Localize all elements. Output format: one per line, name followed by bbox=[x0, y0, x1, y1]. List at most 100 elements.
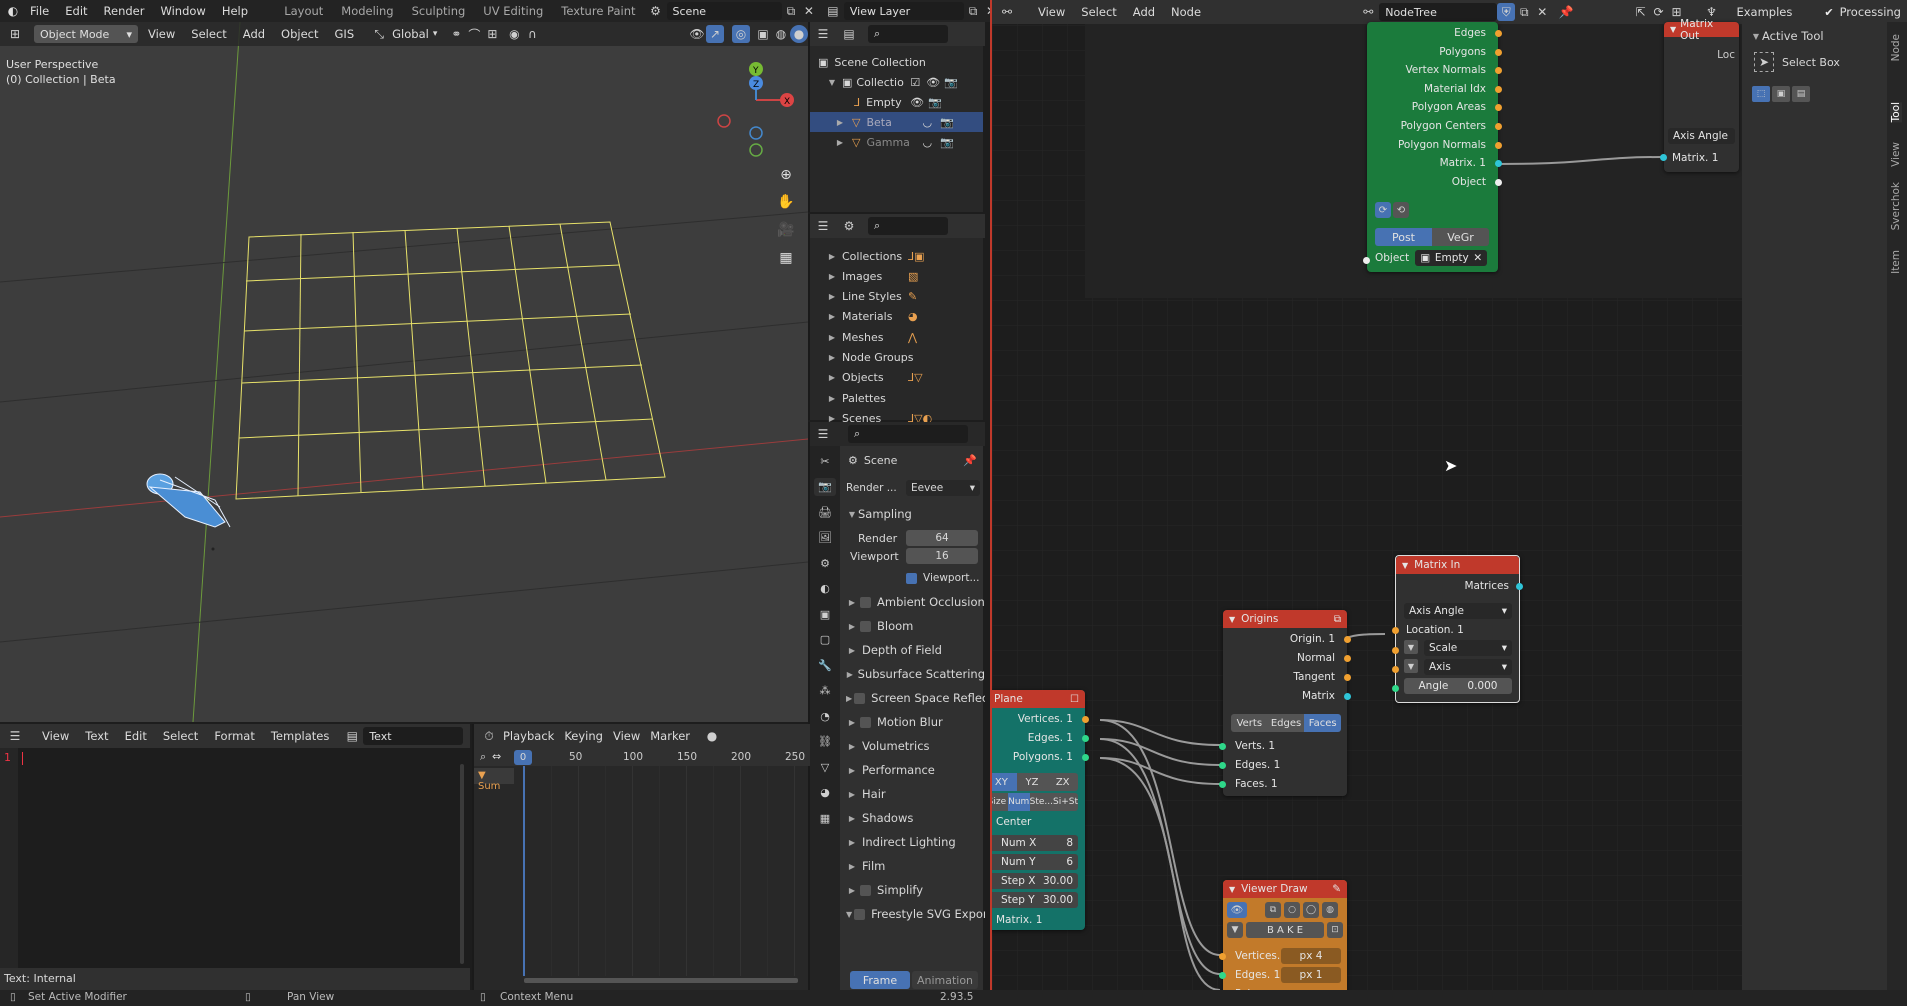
viewport-samples-field[interactable]: 16 bbox=[906, 548, 978, 564]
expand-icon[interactable]: ▶ bbox=[826, 292, 838, 301]
output-socket[interactable] bbox=[1495, 85, 1502, 93]
scale-expand-icon[interactable]: ▼ bbox=[1404, 640, 1418, 654]
expand-icon[interactable]: ▶ bbox=[826, 252, 838, 261]
proportional-edit-icon[interactable]: ◉ bbox=[505, 25, 523, 43]
scale-dropdown[interactable]: Scale ▾ bbox=[1424, 640, 1512, 656]
collapse-icon[interactable]: ▼ bbox=[1402, 561, 1408, 570]
origins-output-socket[interactable] bbox=[1344, 674, 1351, 681]
filter-icon[interactable]: ▼ bbox=[1227, 922, 1243, 938]
plane-output-socket[interactable] bbox=[1082, 716, 1089, 723]
output-socket[interactable] bbox=[1495, 48, 1502, 56]
text-editor[interactable]: ☰ View Text Edit Select Format Templates… bbox=[0, 724, 470, 990]
matrix-in-mode-dropdown[interactable]: Axis Angle ▾ bbox=[1404, 603, 1512, 619]
scale-input-socket[interactable] bbox=[1392, 647, 1399, 654]
origins-header[interactable]: ▼ Origins ⧉ bbox=[1223, 610, 1347, 628]
panel-volumetrics[interactable]: ▶ Volumetrics bbox=[842, 736, 985, 756]
visibility-icon[interactable]: 👁 bbox=[688, 25, 706, 43]
expand-icon[interactable]: ▶ bbox=[826, 353, 838, 362]
blend-item-materials[interactable]: ▶ Materials ◕ bbox=[810, 307, 983, 327]
output-socket[interactable] bbox=[1495, 30, 1502, 37]
tab-animation[interactable]: Animation bbox=[912, 971, 978, 989]
plane-node[interactable]: Plane ☐ Vertices. 1 Edges. 1 Polygons. 1 X… bbox=[992, 690, 1089, 930]
zoom-icon[interactable]: ⊕ bbox=[775, 167, 797, 189]
sidebar-tab-sverchok[interactable]: Sverchok bbox=[1890, 182, 1902, 230]
panel-hair[interactable]: ▶ Hair bbox=[842, 784, 985, 804]
clear-icon[interactable]: ✕ bbox=[1473, 252, 1482, 264]
matrix-out-node[interactable]: ▼ Matrix Out Loc Axis Angle Matrix. 1 bbox=[1660, 18, 1739, 172]
sidebar-tab-item[interactable]: Item bbox=[1890, 250, 1902, 274]
menu-render[interactable]: Render bbox=[96, 4, 153, 18]
tab-modeling[interactable]: Modeling bbox=[332, 0, 402, 22]
camera-icon[interactable]: 📷 bbox=[944, 76, 958, 89]
menu-help[interactable]: Help bbox=[214, 4, 256, 18]
blend-file-mode-icon[interactable]: ⚙ bbox=[840, 217, 858, 235]
panel-enable-checkbox[interactable] bbox=[860, 596, 871, 608]
bake-button[interactable]: B A K E bbox=[1246, 922, 1324, 938]
viewport-menu-add[interactable]: Add bbox=[235, 27, 273, 41]
matrix-in-node[interactable]: ▼ Matrix In Matrices Axis Angle ▾ Location… bbox=[1392, 555, 1523, 703]
panel-subsurface-scattering[interactable]: ▶ Subsurface Scattering bbox=[842, 664, 985, 684]
view-layer-field[interactable]: View Layer bbox=[843, 2, 964, 20]
timeline-menu-playback[interactable]: Playback bbox=[498, 729, 559, 743]
panel-bloom[interactable]: ▶ Bloom bbox=[842, 616, 985, 636]
mode-size[interactable]: Size bbox=[992, 793, 1008, 811]
expand-icon[interactable]: ▼ bbox=[826, 78, 838, 87]
matrices-output-socket[interactable] bbox=[1516, 583, 1523, 590]
step-x-field[interactable]: Step X 30.00 bbox=[992, 873, 1078, 889]
wireframe-shading-icon[interactable]: ◍ bbox=[772, 25, 790, 43]
viewport-3d[interactable]: ⊞ Object Mode ▾ View Select Add Object GI… bbox=[0, 22, 808, 722]
scene-props-icon[interactable]: ⚙ bbox=[816, 554, 834, 572]
axis-xy[interactable]: XY bbox=[992, 773, 1017, 791]
expand-icon[interactable]: ▶ bbox=[826, 272, 838, 281]
properties-search[interactable]: ⌕ bbox=[848, 425, 968, 443]
mode-edges[interactable]: Edges bbox=[1267, 714, 1305, 732]
camera-icon[interactable]: 📷 bbox=[928, 96, 942, 109]
center-toggle[interactable]: Center bbox=[996, 814, 1031, 830]
navigation-gizmo[interactable]: X Y Z bbox=[712, 62, 802, 162]
panel-enable-checkbox[interactable] bbox=[860, 716, 871, 728]
viewport-denoise-checkbox[interactable] bbox=[906, 572, 917, 584]
edge-width-field[interactable]: px 1 bbox=[1281, 967, 1341, 983]
constraints-props-icon[interactable]: ⛓ bbox=[816, 733, 834, 751]
mode-num[interactable]: Num bbox=[1007, 793, 1030, 811]
expand-icon[interactable]: ▶ bbox=[826, 312, 838, 321]
tab-texture-paint[interactable]: Texture Paint bbox=[552, 0, 644, 22]
matrix-in-header[interactable]: ▼ Matrix In bbox=[1396, 556, 1519, 574]
object-input-socket[interactable] bbox=[1363, 257, 1370, 264]
eye-icon[interactable]: 👁 bbox=[910, 96, 924, 109]
tab-uv-editing[interactable]: UV Editing bbox=[474, 0, 552, 22]
text-editor-icon[interactable]: ☰ bbox=[6, 727, 24, 745]
text-menu-text[interactable]: Text bbox=[77, 729, 116, 743]
sidebar-tab-node[interactable]: Node bbox=[1890, 34, 1902, 61]
frame-range-icon[interactable]: ⇔ bbox=[492, 750, 501, 763]
modifier-props-icon[interactable]: 🔧 bbox=[816, 656, 834, 674]
loop-icon[interactable]: ⟲ bbox=[1393, 202, 1409, 218]
origins-output-socket[interactable] bbox=[1344, 636, 1351, 643]
blend-item-palettes[interactable]: ▶ Palettes bbox=[810, 388, 983, 408]
viewport-menu-gis[interactable]: GIS bbox=[327, 27, 363, 41]
ortho-grid-icon[interactable]: ▦ bbox=[775, 250, 797, 272]
panel-film[interactable]: ▶ Film bbox=[842, 856, 985, 876]
post-button[interactable]: Post bbox=[1375, 228, 1432, 246]
panel-ambient-occlusion[interactable]: ▶ Ambient Occlusion bbox=[842, 592, 985, 612]
panel-motion-blur[interactable]: ▶ Motion Blur bbox=[842, 712, 985, 732]
mode-faces[interactable]: Faces bbox=[1304, 714, 1342, 732]
active-tool-row[interactable]: ➤ Select Box bbox=[1742, 52, 1887, 72]
objects-out-node[interactable]: Edges Polygons Vertex Normals Material Idx P… bbox=[1363, 22, 1502, 272]
summary-channel[interactable]: ▼ Sum bbox=[474, 768, 514, 792]
physics-props-icon[interactable]: ◔ bbox=[816, 707, 834, 725]
copy-scene-icon[interactable]: ⧉ bbox=[782, 2, 800, 20]
timeline-scrollbar[interactable] bbox=[524, 978, 798, 983]
world-props-icon[interactable]: ◐ bbox=[816, 580, 834, 598]
plane-header[interactable]: Plane ☐ bbox=[992, 690, 1085, 708]
angle-input-socket[interactable] bbox=[1392, 685, 1399, 692]
active-tool-panel-header[interactable]: ▼ Active Tool bbox=[1742, 26, 1887, 46]
origins-input-socket[interactable] bbox=[1219, 762, 1226, 769]
particles-props-icon[interactable]: ⁂ bbox=[816, 682, 834, 700]
panel-screen-space-reflections[interactable]: ▶ Screen Space Reflections bbox=[842, 688, 985, 708]
tab-sculpting[interactable]: Sculpting bbox=[403, 0, 475, 22]
render-samples-field[interactable]: 64 bbox=[906, 530, 978, 546]
vertex-size-field[interactable]: px 4 bbox=[1281, 948, 1341, 964]
timeline-editor-icon[interactable]: ⏱ bbox=[480, 727, 498, 745]
outliner-item-gamma[interactable]: ▶ ▽ Gamma ◡ 📷 bbox=[810, 132, 983, 152]
